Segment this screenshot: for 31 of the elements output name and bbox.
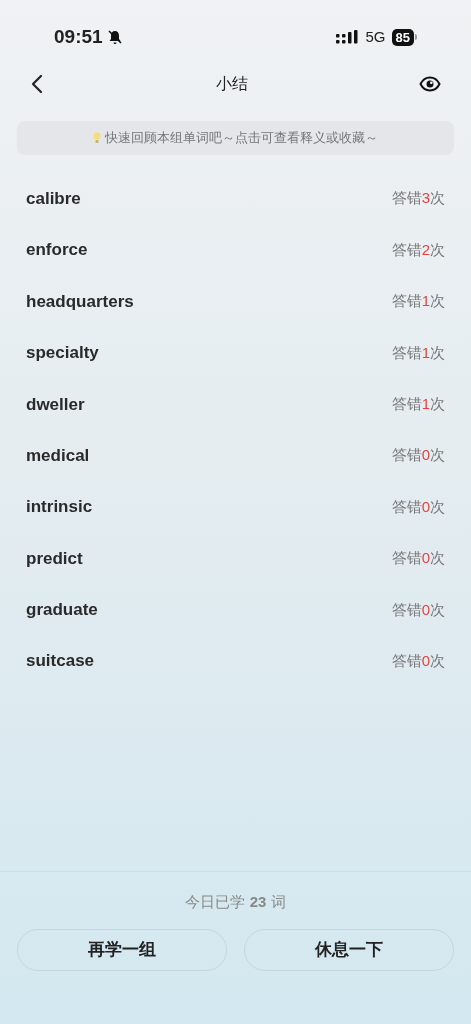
wrong-count: 答错1次 [391, 394, 445, 414]
word-text[interactable]: medical [26, 442, 90, 469]
wrong-count: 答错2次 [391, 239, 445, 260]
summary-text: 今日已学 23 词 [185, 891, 286, 912]
wrong-count: 答错0次 [391, 496, 445, 517]
page-title: 小结 [215, 74, 248, 94]
network-label: 5G [365, 26, 386, 47]
wrong-count: 答错0次 [391, 445, 445, 466]
wrong-count: 答错3次 [391, 188, 445, 209]
signal-icon [335, 30, 360, 44]
word-text[interactable]: graduate [26, 597, 98, 623]
wrong-count: 答错1次 [391, 291, 445, 312]
eye-icon[interactable] [419, 76, 441, 92]
word-text[interactable]: calibre [26, 185, 81, 212]
status-time: 09:51 [54, 24, 103, 49]
bell-muted-icon [106, 29, 123, 45]
wrong-count: 答错0次 [391, 599, 445, 620]
tip-text: 快速回顾本组单词吧～点击可查看释义或收藏～ [105, 129, 378, 147]
word-text[interactable]: headquarters [26, 288, 134, 315]
word-text[interactable]: intrinsic [26, 494, 93, 520]
wrong-count: 答错0次 [391, 548, 445, 569]
wrong-count: 答错0次 [391, 650, 445, 671]
back-icon[interactable] [30, 74, 44, 94]
wrong-count: 答错1次 [391, 342, 445, 363]
word-text[interactable]: specialty [26, 340, 99, 366]
word-text[interactable]: predict [26, 545, 83, 572]
word-text[interactable]: dweller [26, 391, 85, 417]
word-text[interactable]: suitcase [26, 648, 95, 674]
word-text[interactable]: enforce [26, 237, 88, 263]
lightbulb-icon [93, 132, 101, 144]
battery-level: 85 [391, 28, 414, 46]
